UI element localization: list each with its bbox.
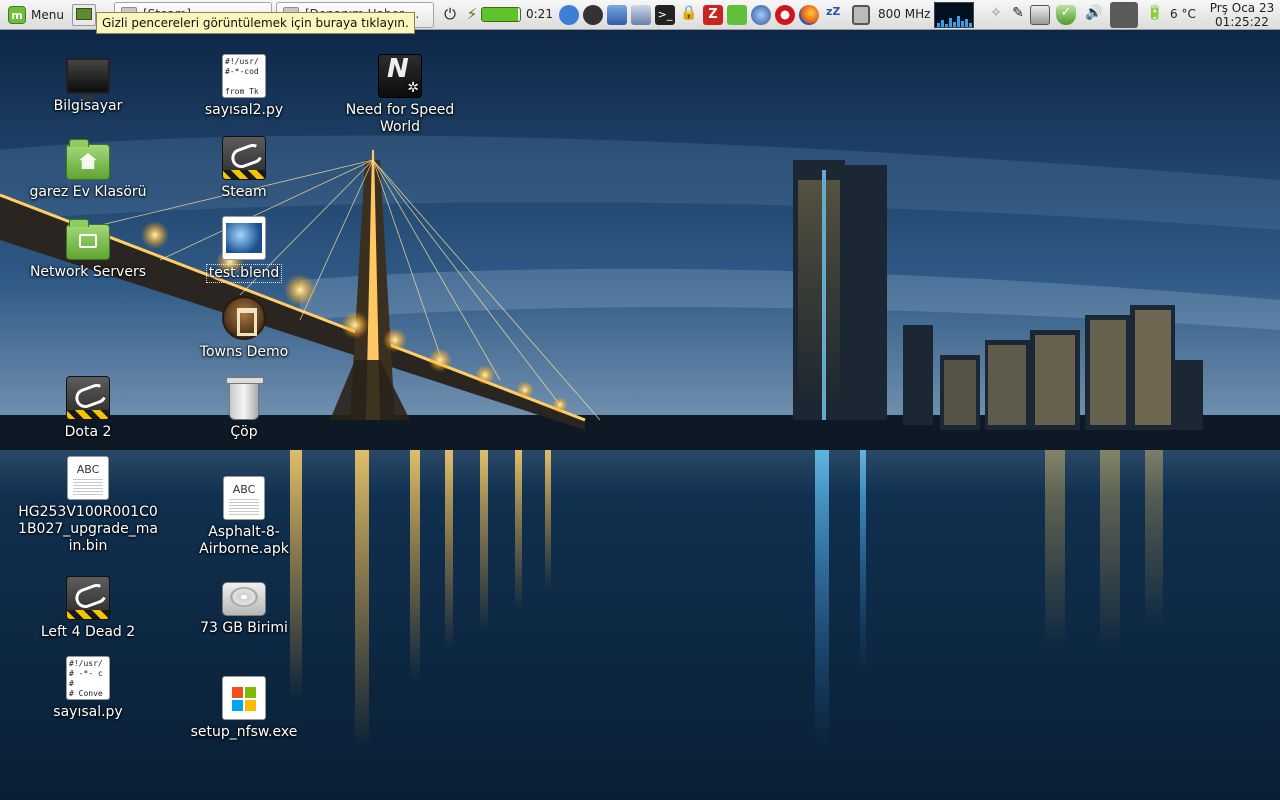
system-monitor-graph[interactable] (934, 2, 974, 28)
network-folder-icon (66, 219, 110, 260)
steam-game-icon (66, 376, 110, 420)
desktop-icon-label: Dota 2 (64, 424, 112, 440)
usb-plug-icon[interactable]: ⚡ (462, 5, 482, 25)
windows-exe-icon (222, 676, 266, 720)
python-script-icon: #!/usr/ # -*- c # # Conve (66, 656, 110, 700)
desktop-icon-trash[interactable]: Çöp (172, 376, 316, 441)
battery-time: 0:21 (526, 7, 553, 21)
desktop-icon-asphalt-apk[interactable]: Asphalt-8-Airborne.apk (172, 476, 316, 558)
clock-time: 01:25:22 (1215, 15, 1269, 29)
desktop-icon-home-folder[interactable]: garez Ev Klasörü (16, 136, 160, 201)
chrome-icon[interactable] (559, 5, 579, 25)
security-shield-icon[interactable]: ✓ (1056, 5, 1076, 25)
steam-game-icon (66, 576, 110, 620)
script-preview: #!/usr/ # -*- c # # Conve (69, 659, 103, 698)
filezilla-icon[interactable]: Z (703, 5, 723, 25)
desktop-icon-need-for-speed-world[interactable]: Need for Speed World (328, 54, 472, 136)
desktop-icon-towns-demo[interactable]: Towns Demo (172, 296, 316, 361)
script-preview: #!/usr/ #-*-cod from Tk (225, 57, 259, 96)
document-icon (67, 456, 109, 500)
network-globe-icon[interactable] (751, 5, 771, 25)
sleep-icon[interactable]: zZ (826, 5, 846, 25)
home-folder-icon (66, 139, 110, 180)
terminal-icon[interactable]: >_ (655, 5, 675, 25)
lock-icon[interactable]: 🔒 (679, 5, 699, 25)
desktop-icon-steam[interactable]: Steam (172, 136, 316, 201)
desktop-icon-label: Bilgisayar (53, 98, 123, 114)
cpu-frequency: 800 MHz (878, 7, 931, 21)
volume-icon[interactable]: 🔊 (1084, 5, 1104, 25)
desktop-icon-sayisal2-py[interactable]: #!/usr/ #-*-cod from Tk sayısal2.py (172, 54, 316, 119)
opera-icon[interactable] (775, 5, 795, 25)
desktop-icon-label: Need for Speed World (345, 102, 455, 135)
unknown-app-icon[interactable] (583, 5, 603, 25)
stars-icon[interactable]: ✧ (986, 5, 1006, 25)
hard-disk-icon (222, 582, 266, 616)
desktop-icon-computer[interactable]: Bilgisayar (16, 54, 160, 115)
tooltip: Gizli pencereleri görüntülemek için bura… (96, 12, 415, 34)
show-desktop-button[interactable] (72, 4, 96, 26)
desktop-icon-disk-73gb[interactable]: 73 GB Birimi (172, 576, 316, 637)
python-script-icon: #!/usr/ #-*-cod from Tk (222, 54, 266, 98)
menu-button[interactable]: m Menu (4, 3, 68, 27)
desktop-icon-upgrade-bin[interactable]: HG253V100R001C01B027_upgrade_main.bin (16, 456, 160, 555)
desktop-icon-sayisal-py[interactable]: #!/usr/ # -*- c # # Conve sayısal.py (16, 656, 160, 721)
battery-indicator[interactable] (481, 7, 521, 22)
desktop-icon-label: setup_nfsw.exe (190, 724, 298, 740)
desktop-icon-dota2[interactable]: Dota 2 (16, 376, 160, 441)
desktop-icon-label: test.blend (205, 264, 283, 283)
desktop-icon-label: Asphalt-8-Airborne.apk (199, 524, 289, 557)
menu-label: Menu (31, 8, 64, 22)
app-icon[interactable] (607, 5, 627, 25)
desktop-icon-label: Network Servers (29, 264, 147, 280)
temperature: 6 °C (1170, 7, 1196, 21)
desktop-icon-label: Çöp (230, 424, 258, 440)
desktop-icon-test-blend[interactable]: test.blend (172, 216, 316, 283)
power-status-icon[interactable]: 🔋 (1145, 5, 1165, 25)
show-desktop-icon (76, 8, 92, 20)
desktop-icon-left4dead2[interactable]: Left 4 Dead 2 (16, 576, 160, 641)
desktop-icon-label: Left 4 Dead 2 (40, 624, 136, 640)
towns-game-icon (222, 296, 266, 340)
desktop-icon-label: 73 GB Birimi (200, 620, 288, 636)
linux-mint-logo-icon: m (8, 6, 26, 24)
trash-icon (226, 377, 264, 420)
desktop-icon-network-servers[interactable]: Network Servers (16, 216, 160, 281)
network-signal-icon[interactable] (1110, 2, 1138, 28)
pen-icon[interactable]: ✎ (1008, 5, 1028, 25)
desktop-icon-label: Steam (221, 184, 267, 200)
desktop-icon-setup-nfsw[interactable]: setup_nfsw.exe (172, 676, 316, 741)
monitor-settings-icon[interactable] (1030, 5, 1050, 25)
blender-file-icon (222, 216, 266, 260)
firefox-icon[interactable] (799, 5, 819, 25)
document-icon (223, 476, 265, 520)
computer-icon (66, 58, 110, 100)
app-icon[interactable] (727, 5, 747, 25)
desktop-icon-label: sayısal2.py (204, 102, 284, 118)
nfs-game-icon (378, 54, 422, 98)
clock-date: Prş Oca 23 (1209, 1, 1275, 15)
desktop-icon-label: HG253V100R001C01B027_upgrade_main.bin (18, 504, 158, 554)
cpu-monitor-icon[interactable] (852, 5, 870, 25)
app-icon[interactable] (631, 5, 651, 25)
desktop-icon-label: Towns Demo (199, 344, 289, 360)
steam-icon (222, 136, 266, 180)
power-icon[interactable]: ⏻ (440, 5, 460, 25)
desktop-icon-label: garez Ev Klasörü (29, 184, 147, 200)
desktop-icon-label: sayısal.py (53, 704, 123, 720)
clock[interactable]: Prş Oca 23 01:25:22 (1206, 1, 1278, 29)
